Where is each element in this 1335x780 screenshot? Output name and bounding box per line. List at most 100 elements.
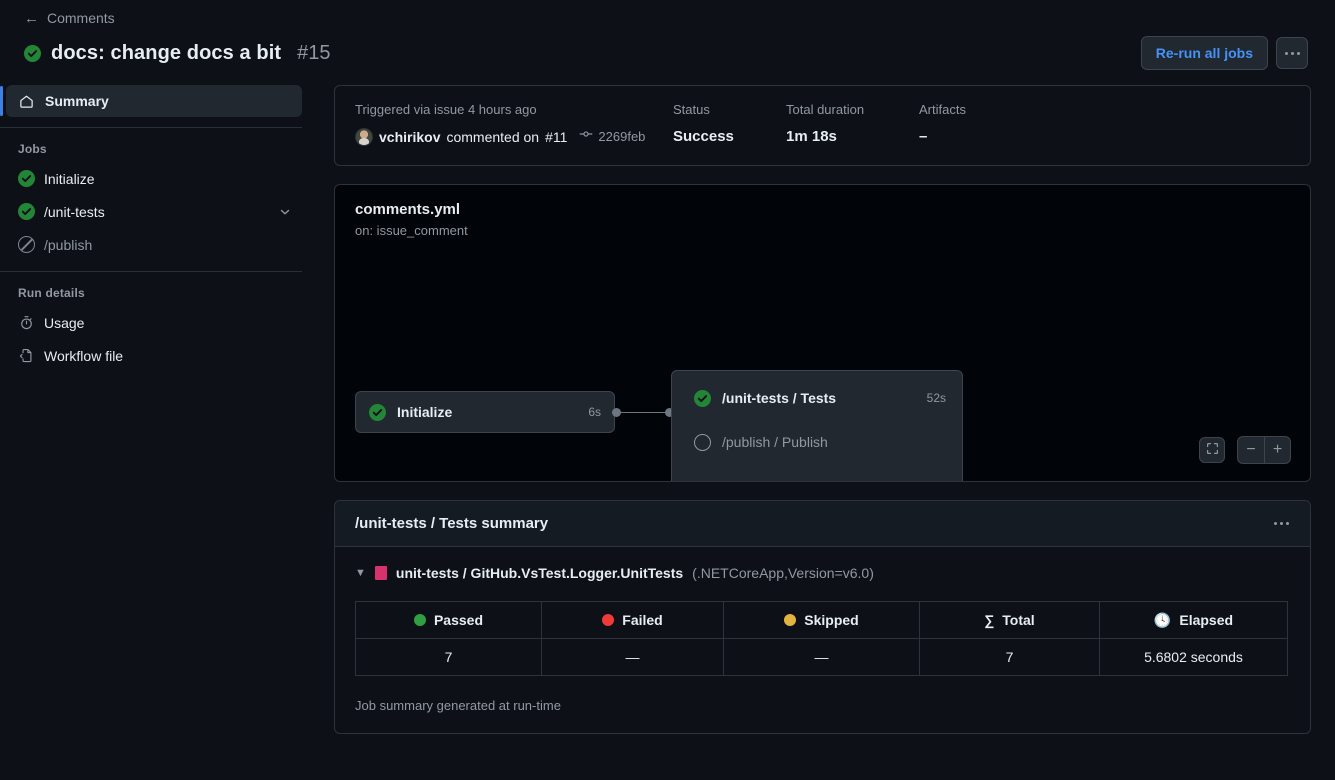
- clock-icon: 🕓: [1153, 611, 1172, 628]
- check-circle-success-icon: [18, 170, 35, 187]
- fit-screen-icon: [1206, 442, 1219, 458]
- back-link-label: Comments: [47, 10, 115, 26]
- page-header: ← Comments docs: change docs a bit #15 R…: [0, 0, 1335, 70]
- check-circle-success-icon: [694, 389, 711, 407]
- commit-ref[interactable]: 2269feb: [579, 127, 645, 147]
- check-circle-success-icon: [18, 203, 35, 220]
- issue-ref-link[interactable]: #11: [545, 127, 567, 147]
- title-left: docs: change docs a bit #15: [24, 42, 1141, 65]
- cell-passed: 7: [355, 638, 542, 676]
- column-header-total: ∑ Total: [919, 601, 1100, 639]
- status-value: Success: [673, 128, 734, 145]
- home-icon: [18, 94, 35, 109]
- yellow-dot-icon: [784, 614, 797, 626]
- sidebar-job-label: /publish: [44, 236, 93, 253]
- graph-node-initialize[interactable]: Initialize 6s: [355, 391, 615, 433]
- table-header-row: Passed Failed Skipped ∑ Total 🕓 Elapsed: [355, 601, 1288, 639]
- cell-failed: —: [541, 638, 724, 676]
- more-options-button[interactable]: [1276, 37, 1308, 69]
- sidebar-job-publish[interactable]: /publish: [6, 228, 302, 261]
- edge-line: [618, 411, 668, 414]
- skip-circle-icon: [18, 236, 35, 253]
- zoom-out-button[interactable]: −: [1238, 437, 1264, 463]
- column-label: Elapsed: [1179, 612, 1234, 628]
- kebab-horizontal-icon: [1274, 522, 1277, 525]
- summary-footer-note: Job summary generated at run-time: [355, 698, 561, 713]
- assembly-marker-icon: [374, 566, 387, 580]
- cell-elapsed: 5.6802 seconds: [1099, 638, 1288, 676]
- rerun-all-jobs-button[interactable]: Re-run all jobs: [1140, 36, 1268, 70]
- tests-summary-menu-button[interactable]: [1270, 518, 1293, 529]
- zoom-in-button[interactable]: +: [1264, 437, 1290, 463]
- sidebar-item-usage[interactable]: Usage: [6, 306, 302, 339]
- graph-node-label: Initialize: [397, 404, 453, 420]
- sidebar-job-label: Initialize: [44, 170, 95, 187]
- table-row: 7 — — 7 5.6802 seconds: [355, 638, 1288, 676]
- run-info-card: Triggered via issue 4 hours ago vchiriko…: [334, 85, 1311, 166]
- sidebar-job-unit-tests[interactable]: /unit-tests: [6, 195, 302, 228]
- artifacts-value: –: [919, 128, 928, 145]
- graph-controls: − +: [1199, 436, 1291, 464]
- pending-circle-icon: [694, 433, 711, 451]
- sigma-icon: ∑: [984, 612, 995, 628]
- sidebar-item-label: Summary: [45, 93, 109, 109]
- graph-edge: [612, 408, 674, 417]
- status-label: Status: [673, 102, 710, 117]
- page-body: Summary Jobs Initialize /unit-tests /pub…: [0, 85, 1335, 780]
- tests-summary-card: /unit-tests / Tests summary ▼ unit-tests…: [334, 500, 1311, 734]
- column-label: Skipped: [804, 612, 859, 628]
- git-commit-icon: [579, 127, 593, 147]
- kebab-horizontal-icon: [1284, 51, 1300, 55]
- workflow-graph-canvas[interactable]: Initialize 6s /unit-tests / Tests 52s /p…: [335, 185, 1310, 481]
- cell-total: 7: [919, 638, 1100, 676]
- header-actions: Re-run all jobs: [1140, 36, 1308, 70]
- test-results-table: Passed Failed Skipped ∑ Total 🕓 Elapsed …: [355, 601, 1288, 676]
- title-row: docs: change docs a bit #15 Re-run all j…: [24, 36, 1311, 70]
- stopwatch-icon: [18, 315, 35, 330]
- graph-node-unit-tests[interactable]: /unit-tests / Tests 52s: [672, 383, 962, 413]
- status-column: Status Success: [673, 102, 786, 147]
- test-assembly-framework: (.NETCoreApp,Version=v6.0): [692, 565, 874, 581]
- duration-value: 1m 18s: [786, 128, 837, 145]
- test-assembly-row: ▼ unit-tests / GitHub.VsTest.Logger.Unit…: [355, 565, 1290, 581]
- caret-down-icon[interactable]: ▼: [355, 567, 366, 579]
- sidebar-divider-1: [0, 127, 302, 128]
- sidebar: Summary Jobs Initialize /unit-tests /pub…: [0, 85, 316, 780]
- actor-name[interactable]: vchirikov: [379, 127, 440, 147]
- graph-node-label: /publish / Publish: [722, 434, 828, 450]
- fit-screen-button[interactable]: [1199, 437, 1225, 463]
- graph-node-duration: 52s: [926, 391, 946, 405]
- triggered-label: Triggered via issue 4 hours ago: [355, 102, 537, 117]
- sidebar-job-initialize[interactable]: Initialize: [6, 162, 302, 195]
- column-label: Failed: [622, 612, 663, 628]
- chevron-down-icon[interactable]: [278, 205, 292, 219]
- commit-sha: 2269feb: [598, 129, 646, 144]
- test-assembly-name: unit-tests / GitHub.VsTest.Logger.UnitTe…: [395, 565, 684, 581]
- sidebar-run-details-heading: Run details: [18, 286, 85, 300]
- graph-node-group[interactable]: /unit-tests / Tests 52s /publish / Publi…: [671, 370, 963, 481]
- green-dot-icon: [413, 614, 426, 626]
- zoom-controls: − +: [1237, 436, 1291, 464]
- action-text: commented on: [446, 129, 540, 145]
- run-number: #15: [297, 41, 331, 64]
- workflow-run-page: ← Comments docs: change docs a bit #15 R…: [0, 0, 1335, 780]
- duration-column: Total duration 1m 18s: [786, 102, 919, 147]
- artifacts-column: Artifacts –: [919, 102, 966, 147]
- column-label: Total: [1002, 612, 1035, 628]
- column-header-elapsed: 🕓 Elapsed: [1099, 601, 1288, 639]
- sidebar-item-label: Workflow file: [44, 347, 124, 364]
- arrow-left-icon: ←: [24, 9, 39, 27]
- main-content: Triggered via issue 4 hours ago vchiriko…: [316, 85, 1335, 780]
- tests-summary-title: /unit-tests / Tests summary: [355, 515, 549, 532]
- sidebar-divider-2: [0, 271, 302, 272]
- file-code-icon: [18, 348, 35, 363]
- avatar: [355, 128, 373, 146]
- graph-node-label: /unit-tests / Tests: [722, 390, 837, 406]
- back-to-comments-link[interactable]: ← Comments: [24, 8, 115, 28]
- sidebar-jobs-heading: Jobs: [18, 142, 47, 156]
- sidebar-item-workflow-file[interactable]: Workflow file: [6, 339, 302, 372]
- column-header-failed: Failed: [541, 601, 724, 639]
- duration-label: Total duration: [786, 102, 865, 117]
- graph-node-publish[interactable]: /publish / Publish: [672, 427, 962, 457]
- sidebar-item-summary[interactable]: Summary: [0, 85, 302, 117]
